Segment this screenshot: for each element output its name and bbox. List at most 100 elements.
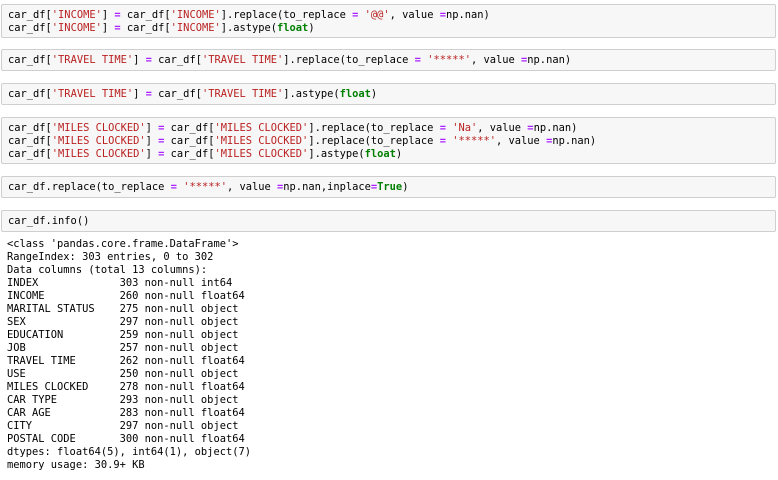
output-line: <class 'pandas.core.frame.DataFrame'>	[7, 238, 239, 250]
code-keyword: float	[364, 148, 396, 160]
code-token: ]	[133, 54, 146, 66]
output-line: memory usage: 30.9+ KB	[7, 459, 145, 471]
code-token: car_df.replace(to_replace	[8, 181, 171, 193]
output-line: EDUCATION 259 non-null object	[7, 329, 239, 341]
code-string: 'INCOME'	[170, 22, 221, 34]
code-token: np.nan)	[445, 9, 490, 21]
code-string: 'TRAVEL TIME'	[51, 54, 134, 66]
code-string: 'MILES CLOCKED'	[51, 122, 146, 134]
info-output: <class 'pandas.core.frame.DataFrame'> Ran…	[7, 238, 767, 472]
code-token: , value	[389, 9, 440, 21]
code-token: ]	[133, 88, 146, 100]
code-line: car_df['TRAVEL TIME'] = car_df['TRAVEL T…	[8, 88, 775, 101]
code-token: ].replace(to_replace	[283, 54, 415, 66]
code-token: ].replace(to_replace	[220, 9, 353, 21]
code-string: 'MILES CLOCKED'	[51, 135, 146, 147]
code-token: ]	[101, 22, 115, 34]
code-token: car_df[	[8, 9, 52, 21]
code-token: car_df[	[120, 9, 171, 21]
code-token: np.nan,inplace	[283, 181, 371, 193]
output-line: CAR TYPE 293 non-null object	[7, 394, 239, 406]
code-keyword: float	[339, 88, 371, 100]
code-token: car_df.info()	[8, 215, 90, 227]
output-line: MILES CLOCKED 278 non-null float64	[7, 381, 245, 393]
code-token: car_df[	[151, 88, 202, 100]
code-line: car_df.replace(to_replace = '*****', val…	[8, 181, 775, 194]
code-token: car_df[	[164, 148, 215, 160]
code-token: ]	[145, 122, 159, 134]
code-string: 'INCOME'	[51, 9, 102, 21]
code-token: )	[308, 22, 315, 34]
code-string: 'MILES CLOCKED'	[214, 122, 309, 134]
output-line: TRAVEL TIME 262 non-null float64	[7, 355, 245, 367]
code-cell-replace-all[interactable]: car_df.replace(to_replace = '*****', val…	[1, 176, 776, 198]
code-string: 'INCOME'	[51, 22, 102, 34]
output-line: Data columns (total 13 columns):	[7, 264, 208, 276]
code-token: car_df[	[164, 135, 215, 147]
output-line: RangeIndex: 303 entries, 0 to 302	[7, 251, 214, 263]
code-token: np.nan)	[552, 135, 597, 147]
output-line: USE 250 non-null object	[7, 368, 239, 380]
output-line: MARITAL STATUS 275 non-null object	[7, 303, 239, 315]
code-token: car_df[	[8, 135, 52, 147]
output-line: CITY 297 non-null object	[7, 420, 239, 432]
code-line: car_df['INCOME'] = car_df['INCOME'].asty…	[8, 22, 775, 35]
code-cell-income[interactable]: car_df['INCOME'] = car_df['INCOME'].repl…	[1, 4, 776, 38]
code-token: , value	[470, 54, 522, 66]
code-line: car_df['MILES CLOCKED'] = car_df['MILES …	[8, 122, 775, 135]
code-string: 'TRAVEL TIME'	[201, 88, 284, 100]
output-line: INDEX 303 non-null int64	[7, 277, 233, 289]
code-keyword: True	[377, 181, 403, 193]
code-keyword: float	[277, 22, 309, 34]
code-token: car_df[	[8, 22, 52, 34]
output-line: INCOME 260 non-null float64	[7, 290, 245, 302]
code-string: 'Na'	[452, 122, 478, 134]
code-string: 'INCOME'	[170, 9, 221, 21]
code-line: car_df['MILES CLOCKED'] = car_df['MILES …	[8, 135, 775, 148]
code-token: ].astype(	[308, 148, 365, 160]
code-line: car_df.info()	[8, 215, 775, 228]
code-line: car_df['TRAVEL TIME'] = car_df['TRAVEL T…	[8, 54, 775, 67]
code-token: car_df[	[8, 88, 52, 100]
code-string: '*****'	[183, 181, 227, 193]
code-cell-info[interactable]: car_df.info()	[1, 210, 776, 232]
code-token: np.nan)	[533, 122, 578, 134]
code-token: ]	[101, 9, 115, 21]
code-token: , value	[477, 122, 528, 134]
code-token: car_df[	[8, 148, 52, 160]
code-string: 'MILES CLOCKED'	[51, 148, 146, 160]
output-line: dtypes: float64(5), int64(1), object(7)	[7, 446, 251, 458]
code-token: np.nan)	[527, 54, 572, 66]
output-line: POSTAL CODE 300 non-null float64	[7, 433, 245, 445]
code-cell-travel-time-replace[interactable]: car_df['TRAVEL TIME'] = car_df['TRAVEL T…	[1, 49, 776, 71]
code-token: car_df[	[8, 54, 52, 66]
code-string: 'MILES CLOCKED'	[214, 148, 309, 160]
code-token: )	[402, 181, 409, 193]
code-string: 'TRAVEL TIME'	[51, 88, 134, 100]
code-token: ].astype(	[283, 88, 340, 100]
code-string: '*****'	[452, 135, 497, 147]
code-token: car_df[	[120, 22, 171, 34]
code-token: ].astype(	[220, 22, 278, 34]
code-token: car_df[	[151, 54, 202, 66]
code-string: 'MILES CLOCKED'	[214, 135, 309, 147]
code-token: , value	[226, 181, 278, 193]
code-token: ].replace(to_replace	[308, 122, 440, 134]
code-string: 'TRAVEL TIME'	[201, 54, 284, 66]
code-token: )	[370, 88, 378, 100]
output-line: JOB 257 non-null object	[7, 342, 239, 354]
code-cell-miles-clocked[interactable]: car_df['MILES CLOCKED'] = car_df['MILES …	[1, 117, 776, 164]
code-cell-travel-time-astype[interactable]: car_df['TRAVEL TIME'] = car_df['TRAVEL T…	[1, 83, 776, 105]
code-token: car_df[	[164, 122, 215, 134]
output-line: SEX 297 non-null object	[7, 316, 239, 328]
code-token: ]	[145, 135, 159, 147]
code-string: '@@'	[364, 9, 390, 21]
code-line: car_df['INCOME'] = car_df['INCOME'].repl…	[8, 9, 775, 22]
code-token: car_df[	[8, 122, 52, 134]
code-token: )	[395, 148, 403, 160]
output-line: CAR AGE 283 non-null float64	[7, 407, 245, 419]
code-token: , value	[496, 135, 547, 147]
code-token: ]	[145, 148, 159, 160]
code-line: car_df['MILES CLOCKED'] = car_df['MILES …	[8, 148, 775, 161]
code-string: '*****'	[427, 54, 471, 66]
